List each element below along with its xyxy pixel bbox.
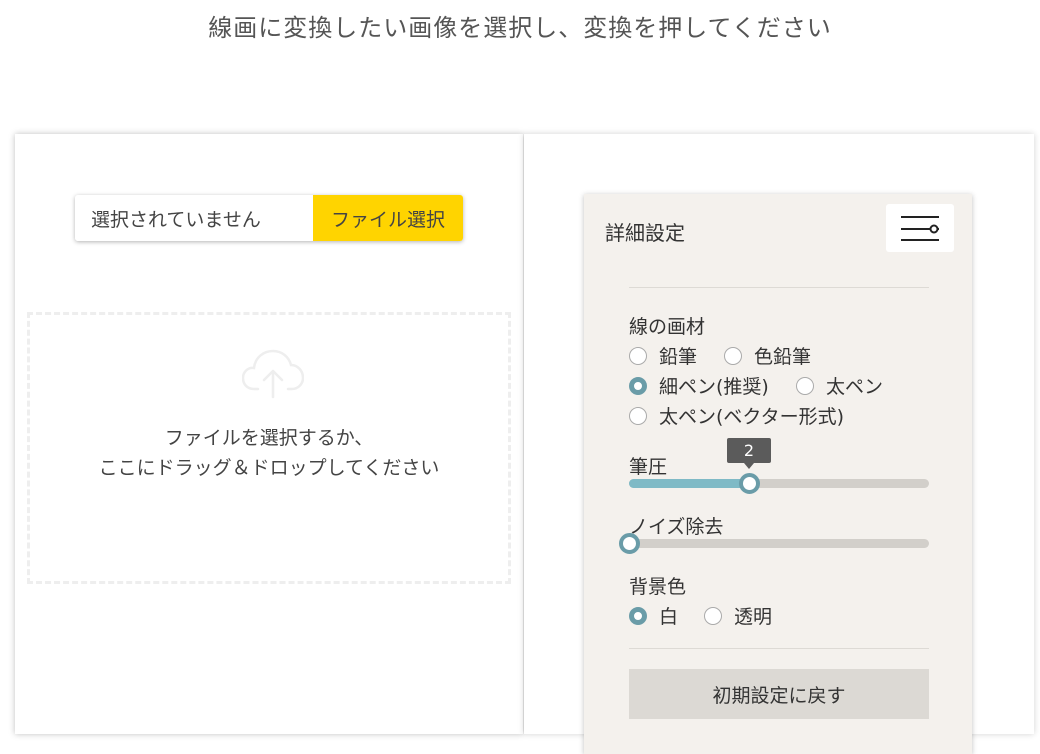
file-picker[interactable]: 選択されていません ファイル選択 bbox=[75, 195, 463, 241]
drop-instruction-line2: ここにドラッグ＆ドロップしてください bbox=[98, 457, 440, 479]
radio-bg-white-circle[interactable] bbox=[629, 606, 647, 625]
radio-pencil[interactable]: 鉛筆 bbox=[629, 342, 697, 369]
radio-pencil-circle[interactable] bbox=[629, 346, 647, 365]
pen-pressure-value: 2 bbox=[727, 438, 771, 469]
reset-defaults-button[interactable]: 初期設定に戻す bbox=[629, 669, 929, 719]
radio-bg-transparent-circle[interactable] bbox=[704, 606, 722, 625]
advanced-settings-card: 詳細設定 線の画材 鉛筆 色鉛筆 細ペン(推奨) 太ペン 太ペン(ベクター形式)… bbox=[584, 194, 972, 754]
divider-bottom bbox=[629, 648, 929, 649]
noise-removal-thumb[interactable] bbox=[618, 533, 640, 554]
radio-thick-pen-vector-circle[interactable] bbox=[629, 406, 647, 425]
pen-pressure-thumb[interactable] bbox=[738, 473, 760, 494]
radio-bg-white-label: 白 bbox=[659, 606, 679, 628]
pen-pressure-slider[interactable]: 2 bbox=[629, 438, 929, 494]
noise-removal-label: ノイズ除去 bbox=[629, 516, 724, 538]
radio-fine-pen[interactable]: 細ペン(推奨) bbox=[629, 372, 769, 399]
background-color-label: 背景色 bbox=[629, 576, 687, 598]
radio-color-pencil-circle[interactable] bbox=[724, 346, 742, 365]
radio-bg-transparent-label: 透明 bbox=[734, 606, 773, 628]
drop-zone[interactable]: ファイルを選択するか、 ここにドラッグ＆ドロップしてください bbox=[27, 312, 511, 584]
settings-title: 詳細設定 bbox=[605, 221, 685, 245]
page-instruction: 線画に変換したい画像を選択し、変換を押してください bbox=[208, 14, 832, 42]
drop-instruction-line1: ファイルを選択するか、 bbox=[164, 427, 374, 449]
radio-fine-pen-circle[interactable] bbox=[629, 376, 647, 395]
pen-pressure-fill bbox=[629, 479, 749, 488]
upload-panel: 選択されていません ファイル選択 ファイルを選択するか、 ここにドラッグ＆ドロッ… bbox=[15, 134, 523, 734]
line-material-label: 線の画材 bbox=[629, 316, 706, 338]
radio-color-pencil[interactable]: 色鉛筆 bbox=[724, 342, 811, 369]
divider-top bbox=[629, 287, 929, 288]
radio-color-pencil-label: 色鉛筆 bbox=[754, 346, 812, 368]
choose-file-button[interactable]: ファイル選択 bbox=[313, 195, 463, 241]
radio-bg-white[interactable]: 白 bbox=[629, 602, 678, 629]
radio-thick-pen-vector-label: 太ペン(ベクター形式) bbox=[659, 406, 845, 428]
radio-bg-transparent[interactable]: 透明 bbox=[704, 602, 772, 629]
pen-pressure-label: 筆圧 bbox=[629, 456, 668, 478]
noise-removal-slider[interactable] bbox=[618, 533, 929, 554]
settings-panel: 詳細設定 線の画材 鉛筆 色鉛筆 細ペン(推奨) 太ペン 太ペン(ベクター形式)… bbox=[524, 134, 1034, 754]
radio-fine-pen-label: 細ペン(推奨) bbox=[659, 376, 769, 398]
radio-thick-pen-label: 太ペン bbox=[826, 376, 884, 398]
radio-thick-pen-circle[interactable] bbox=[796, 376, 814, 395]
settings-menu-button[interactable] bbox=[886, 204, 954, 252]
sliders-menu-icon bbox=[901, 216, 939, 241]
radio-thick-pen-vector[interactable]: 太ペン(ベクター形式) bbox=[629, 402, 844, 429]
radio-thick-pen[interactable]: 太ペン bbox=[796, 372, 883, 399]
file-status-text: 選択されていません bbox=[75, 195, 313, 241]
cloud-upload-icon bbox=[242, 349, 304, 399]
radio-pencil-label: 鉛筆 bbox=[659, 346, 698, 368]
